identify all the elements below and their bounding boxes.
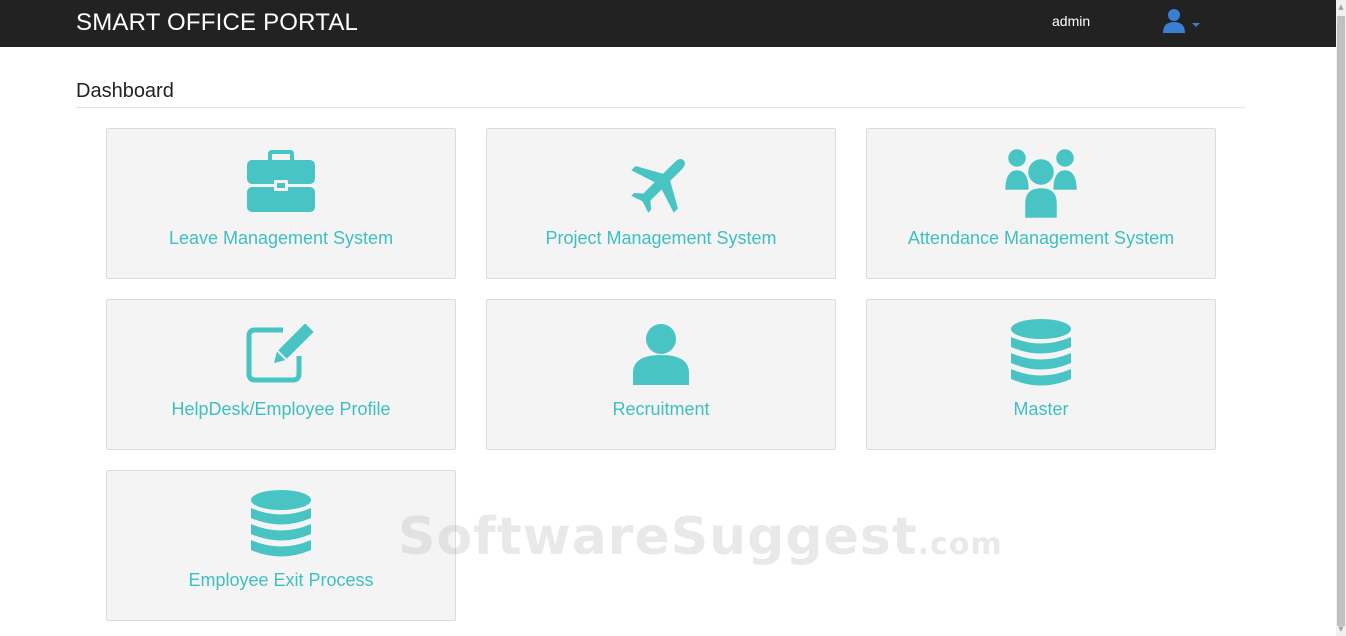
vertical-scrollbar[interactable]: ▲ ▼ [1336, 0, 1346, 636]
scroll-down-icon[interactable]: ▼ [1336, 622, 1346, 636]
tile-master[interactable]: Master [866, 299, 1216, 450]
edit-icon [246, 324, 314, 383]
users-icon [1002, 147, 1080, 219]
caret-down-icon [1192, 23, 1200, 27]
database-icon [1011, 319, 1071, 386]
user-icon [633, 324, 689, 385]
tile-label: HelpDesk/Employee Profile [171, 399, 391, 419]
tile-label: Recruitment [612, 399, 710, 419]
tile-label: Master [1013, 399, 1069, 419]
database-icon [251, 490, 311, 557]
plane-icon [631, 159, 685, 213]
tile-recruitment[interactable]: Recruitment [486, 299, 836, 450]
user-menu-toggle[interactable] [1162, 8, 1206, 36]
user-icon [1163, 9, 1185, 33]
tile-project-management[interactable]: Project Management System [486, 128, 836, 279]
title-divider [76, 107, 1245, 108]
username-label: admin [1052, 13, 1091, 29]
watermark-suffix: .com [917, 527, 1003, 562]
tile-label: Project Management System [545, 228, 777, 248]
top-navbar: SMART OFFICE PORTAL admin [0, 0, 1336, 47]
tile-label: Employee Exit Process [188, 570, 374, 590]
scrollbar-thumb[interactable] [1337, 16, 1345, 626]
watermark: SoftwareSuggest.com [398, 507, 1003, 567]
tile-attendance-management[interactable]: Attendance Management System [866, 128, 1216, 279]
watermark-main: SoftwareSuggest [398, 507, 918, 567]
briefcase-icon [247, 150, 315, 212]
scroll-up-icon[interactable]: ▲ [1336, 0, 1346, 14]
tile-leave-management[interactable]: Leave Management System [106, 128, 456, 279]
brand-title[interactable]: SMART OFFICE PORTAL [76, 9, 358, 37]
page-title: Dashboard [76, 80, 174, 102]
tile-label: Attendance Management System [907, 228, 1175, 248]
tile-label: Leave Management System [168, 228, 394, 248]
tile-helpdesk-employee-profile[interactable]: HelpDesk/Employee Profile [106, 299, 456, 450]
